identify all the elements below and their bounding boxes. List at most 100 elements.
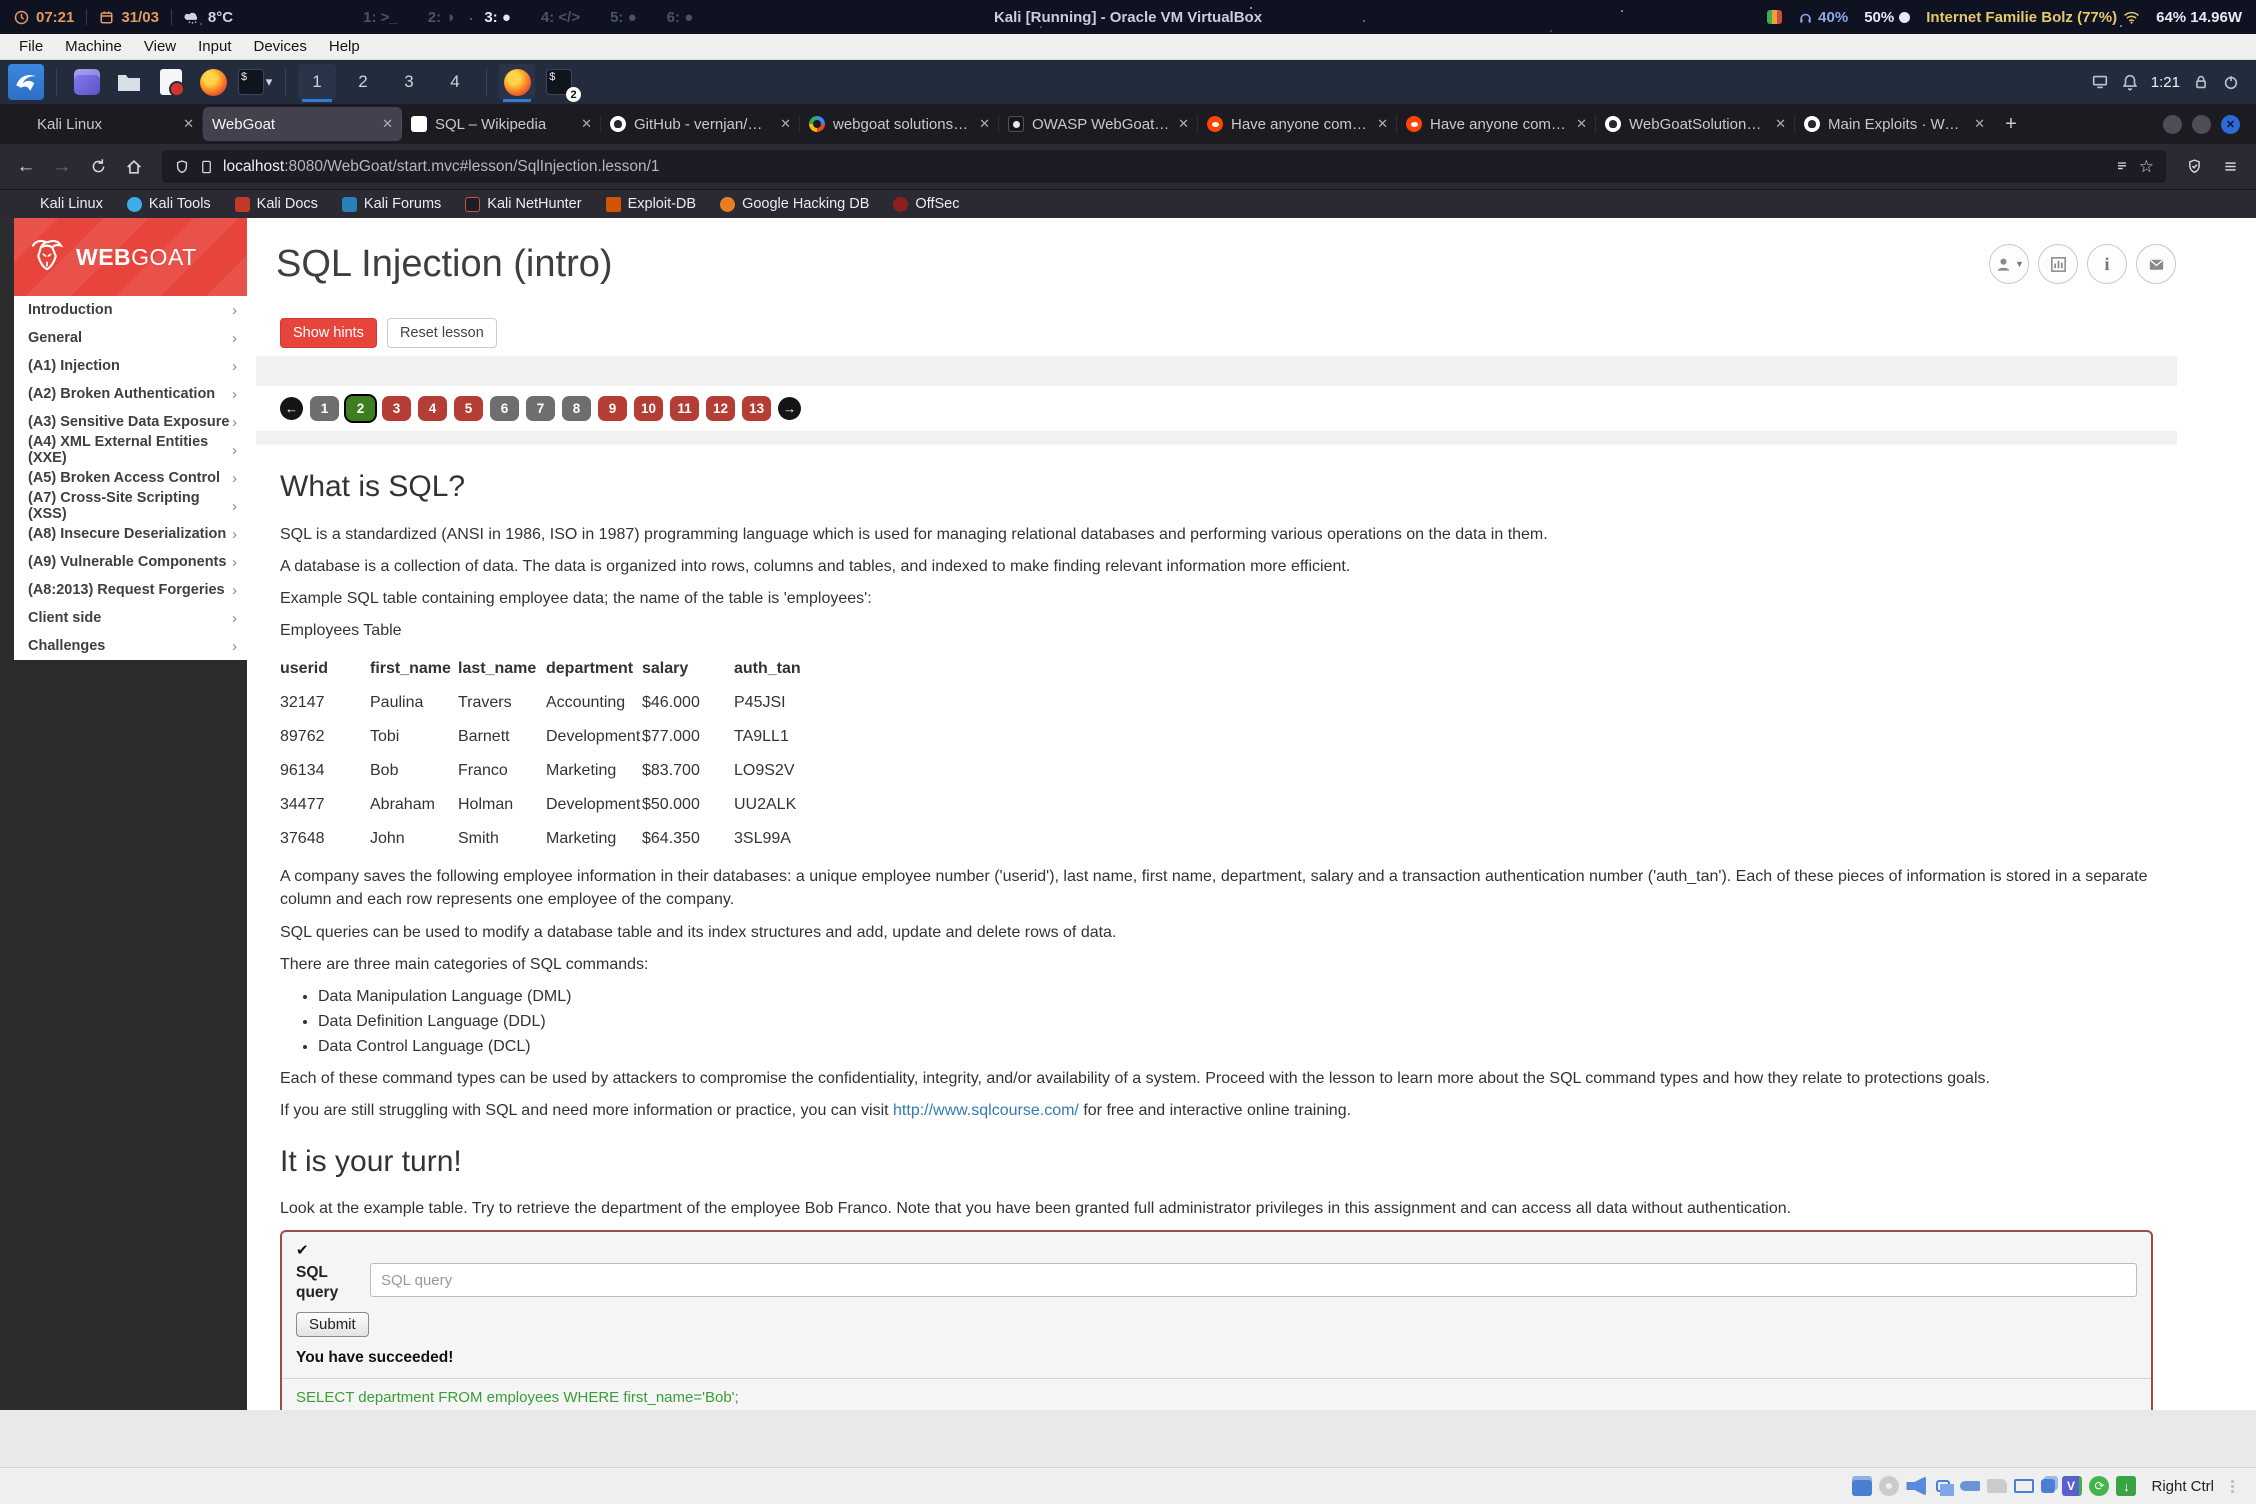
host-workspace[interactable]: 6: ● — [667, 9, 694, 26]
tab-close-icon[interactable]: ✕ — [183, 116, 194, 132]
browser-tab[interactable]: Main Exploits · WebGo ✕ — [1795, 107, 1994, 141]
browser-tab[interactable]: Kali Linux ✕ — [4, 107, 203, 141]
chevron-down-icon[interactable]: ▾ — [266, 74, 273, 90]
host-workspace[interactable]: 4: </> — [541, 9, 580, 26]
vbox-menu-item[interactable]: Help — [318, 38, 371, 55]
browser-tab[interactable]: OWASP WebGoat: Gen ✕ — [999, 107, 1198, 141]
about-button[interactable]: i — [2087, 244, 2127, 284]
url-bar[interactable]: localhost:8080/WebGoat/start.mvc#lesson/… — [162, 150, 2166, 183]
session-status-icon[interactable]: ⟳ — [2089, 1476, 2109, 1496]
guest-workspace[interactable]: 1 — [298, 64, 336, 100]
webgoat-logo[interactable]: WEBGOAT — [14, 218, 247, 296]
browser-tab[interactable]: Have anyone complete ✕ — [1198, 107, 1397, 141]
display-icon[interactable] — [2091, 73, 2109, 91]
new-tab-button[interactable]: + — [1994, 107, 2028, 141]
sqlcourse-link[interactable]: http://www.sqlcourse.com/ — [893, 1102, 1079, 1119]
reader-mode-icon[interactable] — [2114, 159, 2130, 175]
usb-status-icon[interactable] — [1960, 1481, 1980, 1491]
vbox-menu-item[interactable]: Devices — [243, 38, 318, 55]
user-menu-button[interactable]: ▼ — [1989, 244, 2029, 284]
firefox-window-button[interactable] — [499, 64, 535, 100]
page-number-button[interactable]: 5 — [454, 396, 483, 421]
recording-status-icon[interactable]: V — [2062, 1476, 2082, 1496]
sql-query-input[interactable] — [370, 1263, 2137, 1297]
keyboard-layout-icon[interactable] — [1767, 10, 1782, 24]
vbox-menu-item[interactable]: View — [133, 38, 187, 55]
tab-close-icon[interactable]: ✕ — [1775, 116, 1786, 132]
bookmark-item[interactable]: Kali Tools — [127, 196, 211, 212]
tab-close-icon[interactable]: ✕ — [979, 116, 990, 132]
hdd-activity-icon[interactable] — [1852, 1476, 1872, 1496]
bookmark-item[interactable]: Kali Forums — [342, 196, 441, 212]
tab-close-icon[interactable]: ✕ — [581, 116, 592, 132]
kali-menu-button[interactable] — [8, 64, 44, 100]
minimize-button[interactable] — [2163, 115, 2182, 134]
host-workspace[interactable]: 5: ● — [610, 9, 637, 26]
text-editor-launcher[interactable] — [153, 64, 189, 100]
maximize-button[interactable] — [2192, 115, 2211, 134]
browser-tab[interactable]: SQL – Wikipedia ✕ — [402, 107, 601, 141]
audio-status-icon[interactable] — [1906, 1476, 1926, 1496]
host-workspace[interactable]: 3: ● — [484, 9, 511, 26]
prev-page-button[interactable]: ← — [280, 397, 303, 420]
tab-close-icon[interactable]: ✕ — [1178, 116, 1189, 132]
browser-tab[interactable]: WebGoatSolutions/Sql ✕ — [1596, 107, 1795, 141]
close-button[interactable]: ✕ — [2221, 115, 2240, 134]
terminal-window-button[interactable]: $ 2 — [541, 64, 577, 100]
tab-close-icon[interactable]: ✕ — [1974, 116, 1985, 132]
tab-close-icon[interactable]: ✕ — [1576, 116, 1587, 132]
extension-shield-button[interactable] — [2178, 151, 2210, 183]
sidebar-menu-item[interactable]: (A4) XML External Entities (XXE) › — [14, 436, 247, 464]
sidebar-menu-item[interactable]: (A7) Cross-Site Scripting (XSS) › — [14, 492, 247, 520]
sidebar-menu-item[interactable]: (A8) Insecure Deserialization › — [14, 520, 247, 548]
show-hints-button[interactable]: Show hints — [280, 318, 377, 348]
browser-tab[interactable]: WebGoat ✕ — [203, 107, 402, 141]
host-workspace[interactable]: 2: ◑ — [428, 9, 455, 26]
next-page-button[interactable]: → — [778, 397, 801, 420]
shared-folder-icon[interactable] — [1987, 1479, 2007, 1493]
page-number-button[interactable]: 12 — [706, 396, 735, 421]
menu-button[interactable] — [2214, 151, 2246, 183]
bookmark-item[interactable]: Kali Docs — [235, 196, 318, 212]
mouse-integration-icon[interactable]: ↓ — [2116, 1476, 2136, 1496]
page-number-button[interactable]: 4 — [418, 396, 447, 421]
guest-workspace[interactable]: 2 — [344, 64, 382, 100]
file-manager-launcher[interactable] — [69, 64, 105, 100]
sidebar-menu-item[interactable]: Client side › — [14, 604, 247, 632]
optical-drive-icon[interactable] — [1879, 1476, 1899, 1496]
brightness-indicator[interactable]: 50% — [1864, 9, 1910, 26]
page-number-button[interactable]: 3 — [382, 396, 411, 421]
home-button[interactable] — [118, 151, 150, 183]
tab-close-icon[interactable]: ✕ — [1377, 116, 1388, 132]
page-number-button[interactable]: 6 — [490, 396, 519, 421]
guest-clock[interactable]: 1:21 — [2151, 74, 2180, 91]
sidebar-menu-item[interactable]: (A3) Sensitive Data Exposure › — [14, 408, 247, 436]
power-icon[interactable] — [2222, 73, 2240, 91]
reset-lesson-button[interactable]: Reset lesson — [387, 318, 497, 348]
terminal-launcher[interactable]: $ ▾ — [237, 64, 273, 100]
forward-button[interactable]: → — [46, 151, 78, 183]
bookmark-item[interactable]: OffSec — [893, 196, 959, 212]
bookmark-star-icon[interactable]: ☆ — [2139, 157, 2154, 177]
tab-close-icon[interactable]: ✕ — [780, 116, 791, 132]
page-number-button[interactable]: 7 — [526, 396, 555, 421]
network-status-icon[interactable] — [1936, 1480, 1950, 1492]
display-status-icon[interactable] — [2014, 1479, 2034, 1493]
notification-bell-icon[interactable] — [2121, 73, 2139, 91]
host-workspace[interactable]: 1: >_ — [363, 9, 398, 26]
vbox-menu-item[interactable]: Machine — [54, 38, 133, 55]
audio-indicator[interactable]: 40% — [1798, 9, 1848, 26]
page-number-button[interactable]: 2 — [346, 396, 375, 421]
sidebar-menu-item[interactable]: (A1) Injection › — [14, 352, 247, 380]
browser-tab[interactable]: Have anyone complete ✕ — [1397, 107, 1596, 141]
vbox-menu-item[interactable]: File — [8, 38, 54, 55]
guest-workspace[interactable]: 4 — [436, 64, 474, 100]
scoreboard-button[interactable] — [2038, 244, 2078, 284]
submit-button[interactable]: Submit — [296, 1312, 369, 1337]
shield-icon[interactable] — [174, 159, 190, 175]
folder-launcher[interactable] — [111, 64, 147, 100]
vbox-menu-item[interactable]: Input — [187, 38, 242, 55]
guest-workspace[interactable]: 3 — [390, 64, 428, 100]
bookmark-item[interactable]: Kali Linux — [18, 196, 103, 212]
firefox-launcher[interactable] — [195, 64, 231, 100]
